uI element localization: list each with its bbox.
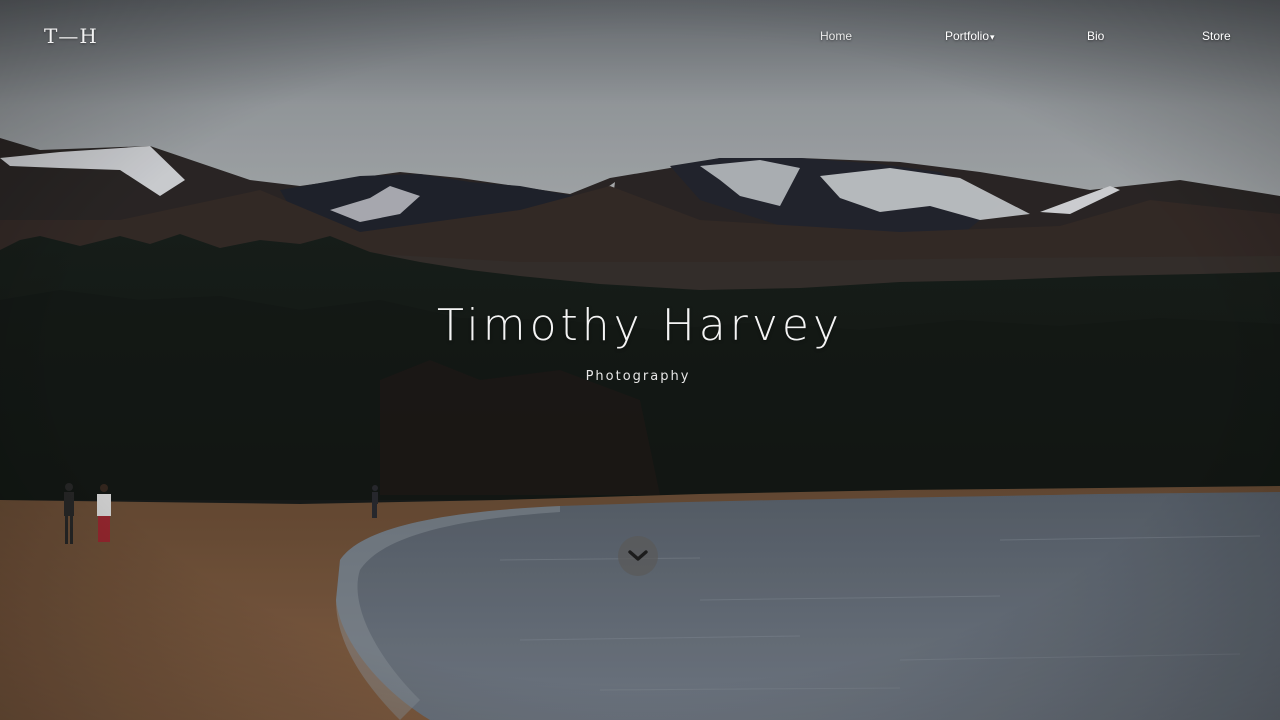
hero-background-photo: [0, 0, 1280, 720]
hero-section: T—H Home Portfolio▾ Bio Store Timothy Ha…: [0, 0, 1280, 720]
nav-item-bio[interactable]: Bio: [1087, 29, 1104, 43]
nav-item-store[interactable]: Store: [1202, 29, 1231, 43]
nav-item-portfolio-label: Portfolio: [945, 29, 990, 43]
hero-subtitle: Photography: [585, 369, 691, 384]
nav-item-home[interactable]: Home: [820, 29, 852, 43]
chevron-down-icon: ▾: [990, 32, 995, 42]
nav-item-portfolio[interactable]: Portfolio▾: [945, 29, 995, 43]
chevron-down-icon: [628, 550, 648, 561]
scroll-down-button[interactable]: [618, 536, 658, 576]
hero-title: Timothy Harvey: [437, 300, 843, 351]
main-nav: Home Portfolio▾ Bio Store: [0, 29, 1280, 49]
